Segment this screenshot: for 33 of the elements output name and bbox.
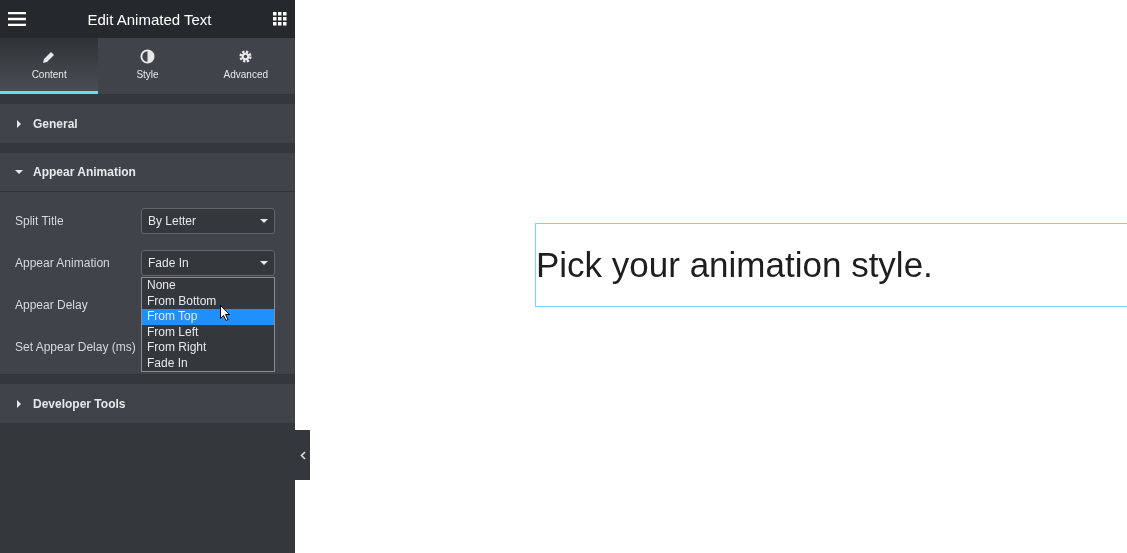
collapse-toggle[interactable]: [295, 430, 310, 480]
text-widget[interactable]: Pick your animation style.: [535, 222, 1127, 307]
dropdown-option[interactable]: Fade In: [142, 355, 274, 371]
section-header[interactable]: General: [0, 104, 295, 143]
gear-icon: [238, 49, 254, 64]
caret-icon: [15, 168, 23, 176]
section-header[interactable]: Developer Tools: [0, 384, 295, 423]
dropdown-option[interactable]: None: [142, 278, 274, 294]
caret-icon: [260, 259, 268, 267]
select-field[interactable]: By Letter: [141, 208, 275, 234]
dropdown-option[interactable]: From Right: [142, 340, 274, 356]
section-header[interactable]: Appear Animation: [0, 153, 295, 192]
select-field[interactable]: Fade In: [141, 250, 275, 276]
tab[interactable]: Advanced: [196, 38, 295, 94]
field-label: Split Title: [15, 214, 64, 228]
field-label: Appear Delay: [15, 298, 88, 312]
dropdown-option[interactable]: From Left: [142, 324, 274, 340]
pencil-icon: [42, 49, 57, 64]
field-label: Set Appear Delay (ms): [15, 340, 136, 354]
chevron-icon: [299, 450, 306, 460]
caret-icon: [15, 119, 23, 128]
menu-icon[interactable]: [8, 12, 26, 26]
field-label: Appear Animation: [15, 256, 110, 270]
caret-icon: [15, 399, 23, 408]
grid-icon[interactable]: [273, 12, 287, 26]
dropdown-option[interactable]: From Bottom: [142, 293, 274, 309]
tab[interactable]: Content: [0, 38, 99, 94]
tab[interactable]: Style: [98, 38, 197, 94]
caret-icon: [260, 217, 268, 225]
cursor-icon: [220, 305, 231, 321]
contrast-icon: [140, 49, 155, 64]
panel-title: Edit Animated Text: [87, 10, 212, 28]
heading: Pick your animation style.: [536, 244, 933, 285]
